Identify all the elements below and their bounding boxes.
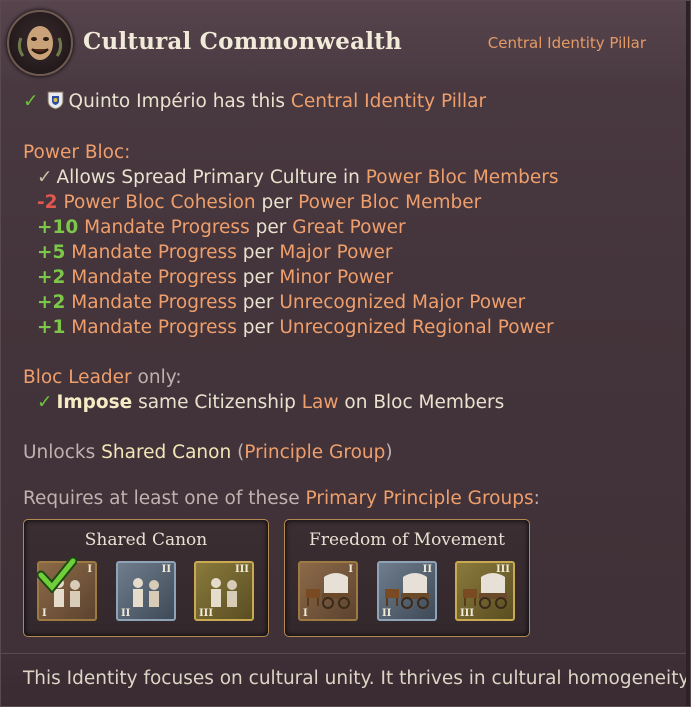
tier-label: I bbox=[42, 608, 47, 619]
tier-label: III bbox=[460, 608, 475, 619]
effect-per: per bbox=[242, 242, 274, 263]
pillar-link[interactable]: Central Identity Pillar bbox=[291, 91, 486, 112]
tier-label: II bbox=[121, 608, 131, 619]
check-icon: ✓ bbox=[37, 392, 53, 413]
principle-group-link[interactable]: Principle Group bbox=[244, 442, 385, 463]
effect-value: +2 bbox=[37, 267, 66, 288]
principle-group-shared-canon[interactable]: Shared Canon I I II II III III bbox=[23, 519, 269, 637]
power-bloc-members-link[interactable]: Power Bloc Members bbox=[366, 167, 559, 188]
power-bloc-effect-row: +2 Mandate Progress per Minor Power bbox=[37, 267, 393, 288]
paren-close: ) bbox=[385, 442, 393, 463]
tooltip-footer: This Identity focuses on cultural unity.… bbox=[1, 653, 691, 706]
impose-text: Impose bbox=[56, 392, 133, 413]
shared-canon-link[interactable]: Shared Canon bbox=[101, 442, 231, 463]
principle-group-freedom-of-movement[interactable]: Freedom of Movement I I II II III III bbox=[284, 519, 530, 637]
tier-label: III bbox=[199, 608, 214, 619]
effect-label[interactable]: Mandate Progress bbox=[71, 317, 237, 338]
group-title: Shared Canon bbox=[84, 530, 208, 550]
theater-mask-icon bbox=[7, 10, 73, 76]
ownership-text: has this bbox=[212, 91, 286, 112]
effect-value: -2 bbox=[37, 192, 58, 213]
effect-per: per bbox=[242, 267, 274, 288]
primary-principle-groups-link[interactable]: Primary Principle Groups bbox=[306, 488, 534, 509]
effect-target[interactable]: Minor Power bbox=[279, 267, 393, 288]
effect-target[interactable]: Great Power bbox=[292, 217, 405, 238]
effect-target[interactable]: Power Bloc Member bbox=[298, 192, 481, 213]
panel-edge bbox=[686, 1, 690, 706]
effect-per: per bbox=[242, 292, 274, 313]
requires-suffix: : bbox=[533, 488, 540, 509]
tooltip-panel: Cultural Commonwealth Central Identity P… bbox=[0, 0, 691, 707]
power-bloc-effect-row: +1 Mandate Progress per Unrecognized Reg… bbox=[37, 317, 554, 338]
requires-prefix: Requires at least one of these bbox=[23, 488, 300, 509]
law-link[interactable]: Law bbox=[302, 392, 339, 413]
power-bloc-effect-row: +2 Mandate Progress per Unrecognized Maj… bbox=[37, 292, 525, 313]
group-title: Freedom of Movement bbox=[309, 530, 505, 550]
citizenship-text: same Citizenship bbox=[138, 392, 296, 413]
effect-label[interactable]: Mandate Progress bbox=[71, 267, 237, 288]
power-bloc-effect-row: -2 Power Bloc Cohesion per Power Bloc Me… bbox=[37, 192, 481, 213]
allows-spread-line: ✓ Allows Spread Primary Culture in Power … bbox=[37, 167, 559, 188]
effect-label[interactable]: Power Bloc Cohesion bbox=[63, 192, 255, 213]
principle-freedom-of-movement-3[interactable]: III III bbox=[455, 561, 515, 621]
selected-check-icon bbox=[37, 557, 77, 593]
effect-per: per bbox=[255, 217, 287, 238]
tier-label: I bbox=[87, 564, 92, 575]
bloc-leader-suffix: only: bbox=[137, 367, 182, 388]
principle-freedom-of-movement-1[interactable]: I I bbox=[298, 561, 358, 621]
impose-citizenship-line: ✓ Impose same Citizenship Law on Bloc Mem… bbox=[37, 392, 504, 413]
principle-shared-canon-1[interactable]: I I bbox=[37, 557, 97, 621]
check-icon: ✓ bbox=[23, 91, 39, 112]
bloc-members-text: on Bloc Members bbox=[344, 392, 505, 413]
effect-label[interactable]: Mandate Progress bbox=[84, 217, 250, 238]
country-name[interactable]: Quinto Império bbox=[69, 91, 207, 112]
tier-label: I bbox=[348, 564, 353, 575]
power-bloc-heading[interactable]: Power Bloc: bbox=[23, 142, 130, 163]
tier-label: II bbox=[382, 608, 392, 619]
effect-target[interactable]: Unrecognized Major Power bbox=[279, 292, 525, 313]
requires-line: Requires at least one of these Primary P… bbox=[23, 488, 540, 509]
effect-per: per bbox=[261, 192, 293, 213]
tier-label: I bbox=[303, 608, 308, 619]
bloc-leader-link[interactable]: Bloc Leader bbox=[23, 367, 132, 388]
tier-label: II bbox=[161, 564, 171, 575]
principle-freedom-of-movement-2[interactable]: II II bbox=[377, 561, 437, 621]
tooltip-title: Cultural Commonwealth bbox=[83, 28, 402, 55]
power-bloc-effect-row: +10 Mandate Progress per Great Power bbox=[37, 217, 406, 238]
principle-shared-canon-2[interactable]: II II bbox=[116, 561, 176, 621]
allows-text: Allows Spread Primary Culture in bbox=[56, 167, 360, 188]
effect-label[interactable]: Mandate Progress bbox=[71, 292, 237, 313]
effect-value: +2 bbox=[37, 292, 66, 313]
pillar-category[interactable]: Central Identity Pillar bbox=[488, 34, 646, 52]
effect-per: per bbox=[242, 317, 274, 338]
bloc-leader-heading: Bloc Leader only: bbox=[23, 367, 182, 388]
unlocks-prefix: Unlocks bbox=[23, 442, 96, 463]
effect-label[interactable]: Mandate Progress bbox=[71, 242, 237, 263]
ownership-line: ✓ Quinto Império has this Central Identit… bbox=[23, 91, 486, 112]
tier-label: III bbox=[234, 564, 249, 575]
unlocks-line: Unlocks Shared Canon (Principle Group) bbox=[23, 442, 393, 463]
identity-description: This Identity focuses on cultural unity.… bbox=[23, 668, 691, 689]
check-icon: ✓ bbox=[37, 167, 53, 188]
effect-value: +10 bbox=[37, 217, 79, 238]
effect-target[interactable]: Unrecognized Regional Power bbox=[279, 317, 553, 338]
tier-label: II bbox=[422, 564, 432, 575]
effect-value: +5 bbox=[37, 242, 66, 263]
effect-value: +1 bbox=[37, 317, 66, 338]
power-bloc-effect-row: +5 Mandate Progress per Major Power bbox=[37, 242, 393, 263]
country-flag-icon bbox=[47, 91, 64, 110]
principle-shared-canon-3[interactable]: III III bbox=[194, 561, 254, 621]
tooltip-header: Cultural Commonwealth Central Identity P… bbox=[1, 1, 690, 81]
effect-target[interactable]: Major Power bbox=[279, 242, 392, 263]
tier-label: III bbox=[495, 564, 510, 575]
